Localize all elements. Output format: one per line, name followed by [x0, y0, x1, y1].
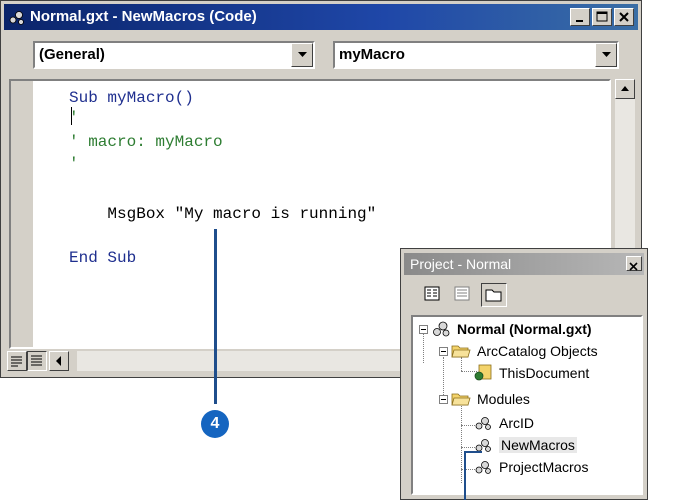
tree-item-label: ArcCatalog Objects — [477, 343, 598, 359]
close-icon — [619, 12, 629, 22]
window-title: Normal.gxt - NewMacros (Code) — [30, 8, 257, 25]
view-object-icon — [454, 286, 470, 301]
tree-item-label: Normal (Normal.gxt) — [457, 321, 592, 337]
minimize-icon — [576, 20, 583, 22]
arrow-left-icon — [56, 356, 61, 366]
tree-item-label: NewMacros — [499, 437, 577, 453]
code-line-comment: ' — [69, 155, 79, 173]
tree-item-label: Modules — [477, 391, 530, 407]
open-folder-icon — [451, 393, 471, 406]
view-code-icon — [424, 286, 440, 301]
code-line-msgbox: MsgBox "My macro is running" — [69, 205, 377, 223]
code-window-titlebar[interactable]: Normal.gxt - NewMacros (Code) — [4, 4, 638, 30]
margin-indicator-bar[interactable] — [11, 81, 33, 347]
callout-step-number: 4 — [201, 410, 229, 438]
view-object-button[interactable] — [451, 283, 477, 307]
full-module-view-icon — [31, 355, 42, 366]
view-code-button[interactable] — [421, 283, 447, 307]
collapse-modules-toggle[interactable] — [439, 395, 448, 404]
callout-pointer-line-project-horizontal — [464, 451, 482, 453]
procedure-combo-dropdown-button[interactable] — [595, 43, 617, 67]
code-line-sub: Sub myMacro() — [69, 89, 194, 107]
tree-item-label: ThisDocument — [499, 365, 590, 381]
object-combo-value: (General) — [39, 46, 105, 63]
project-window-titlebar[interactable]: Project - Normal — [404, 253, 644, 275]
project-tree: Normal (Normal.gxt) ArcCatalog Objects T… — [411, 315, 643, 495]
close-button[interactable] — [614, 8, 634, 26]
project-window-title: Project - Normal — [410, 256, 512, 272]
code-line-comment: ' — [69, 109, 79, 127]
module-icon — [9, 11, 24, 25]
folder-icon — [485, 289, 502, 302]
document-object-icon — [474, 364, 492, 381]
open-folder-icon — [451, 345, 471, 358]
scroll-left-button[interactable] — [49, 351, 69, 371]
chevron-down-icon — [602, 52, 611, 57]
object-combo[interactable]: (General) — [33, 41, 315, 69]
tree-item-label: ArcID — [499, 415, 534, 431]
object-combo-dropdown-button[interactable] — [291, 43, 313, 67]
chevron-down-icon — [298, 52, 307, 57]
maximize-button[interactable] — [592, 8, 612, 26]
collapse-arccatalog-objects-toggle[interactable] — [439, 347, 448, 356]
project-close-button[interactable] — [626, 256, 642, 271]
minimize-button[interactable] — [570, 8, 590, 26]
scroll-up-button[interactable] — [615, 79, 635, 99]
callout-pointer-line — [214, 229, 217, 404]
project-icon — [433, 321, 450, 337]
full-module-view-button[interactable] — [27, 351, 47, 371]
code-line-end-sub: End Sub — [69, 249, 137, 267]
arrow-up-icon — [621, 86, 629, 91]
module-icon — [475, 461, 491, 474]
tree-item-label: ProjectMacros — [499, 459, 589, 475]
code-line-comment-macro: ' macro: myMacro — [69, 133, 223, 151]
procedure-view-icon — [11, 356, 22, 367]
collapse-root-toggle[interactable] — [419, 325, 428, 334]
close-icon — [629, 262, 638, 271]
procedure-view-button[interactable] — [7, 351, 27, 371]
module-icon — [475, 417, 491, 430]
procedure-combo-value: myMacro — [339, 46, 405, 63]
project-explorer-window: Project - Normal Normal (Normal.gxt) Arc… — [400, 248, 648, 500]
maximize-icon — [596, 11, 608, 22]
callout-pointer-line-project — [464, 451, 466, 500]
toggle-folders-button[interactable] — [481, 283, 507, 307]
procedure-combo[interactable]: myMacro — [333, 41, 619, 69]
